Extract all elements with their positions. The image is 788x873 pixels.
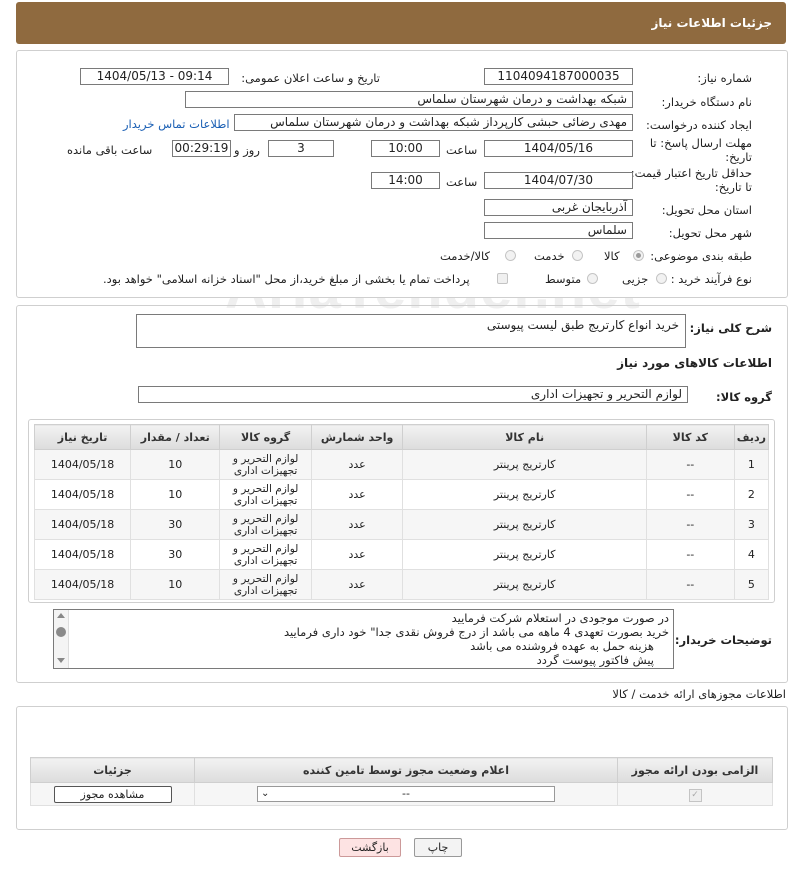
province-label: استان محل تحویل: [661,203,752,217]
price-validity-date: 1404/07/30 [484,172,633,189]
purchase-type-option-minor: جزیی [622,272,649,286]
requester-field: مهدی رضائی حبشی کارپرداز شبکه بهداشت و د… [234,114,633,131]
reply-deadline-time-label: ساعت [446,143,478,157]
remaining-time-label: ساعت باقی مانده [67,143,153,157]
permit-col-details: جزئیات [30,757,195,783]
city-field: سلماس [484,222,633,239]
view-permit-button[interactable]: مشاهده مجوز [53,785,172,803]
permits-title: اطلاعات مجوزهای ارائه خدمت / کالا [612,687,786,701]
category-radio-goods[interactable] [633,250,644,261]
permit-details-cell: مشاهده مجوز [30,782,195,806]
category-radio-service[interactable] [572,250,583,261]
remaining-time-field: 00:29:19 [172,140,231,157]
province-field: آذربایجان غربی [484,199,633,216]
need-number-field: 1104094187000035 [484,68,633,85]
city-label: شهر محل تحویل: [668,226,752,240]
buyer-contact-link[interactable]: اطلاعات تماس خریدار [123,117,230,131]
category-option-service: خدمت [534,249,565,263]
treasury-payment-note: پرداخت تمام یا بخشی از مبلغ خرید،از محل … [103,272,470,286]
purchase-type-radio-medium[interactable] [587,273,598,284]
purchase-type-option-medium: متوسط [545,272,582,286]
requester-label: ایجاد کننده درخواست: [646,118,752,132]
purchase-type-radio-minor[interactable] [656,273,667,284]
price-validity-time-label: ساعت [446,175,478,189]
permit-col-status: اعلام وضعیت مجوز توسط تامین کننده [194,757,618,783]
permit-status-value: -- [402,787,410,800]
goods-section-panel [16,305,788,683]
permit-row: ✓ -- ⌄ مشاهده مجوز [30,782,773,806]
reply-deadline-date: 1404/05/16 [484,140,633,157]
price-validity-label: حداقل تاریخ اعتبار قیمت: تا تاریخ: [630,166,752,194]
buyer-org-field: شبکه بهداشت و درمان شهرستان سلماس [185,91,633,108]
announce-datetime-label: تاریخ و ساعت اعلان عمومی: [241,71,380,85]
print-button[interactable]: چاپ [414,838,462,857]
page-header: جزئیات اطلاعات نیاز [16,2,786,44]
buyer-org-label: نام دستگاه خریدار: [661,95,752,109]
price-validity-time: 14:00 [371,172,440,189]
permit-col-required: الزامی بودن ارائه مجوز [617,757,773,783]
treasury-payment-checkbox[interactable] [497,273,508,284]
reply-days-label: روز و [234,143,260,157]
category-label: طبقه بندی موضوعی: [650,249,752,263]
category-radio-goods-service[interactable] [505,250,516,261]
reply-days-field: 3 [268,140,334,157]
permit-required-checkbox: ✓ [688,788,702,802]
reply-deadline-time: 10:00 [371,140,440,157]
reply-deadline-label: مهلت ارسال پاسخ: تا تاریخ: [649,136,752,164]
permits-table: الزامی بودن ارائه مجوز اعلام وضعیت مجوز … [30,757,773,806]
page-title: جزئیات اطلاعات نیاز [651,16,772,30]
permit-status-cell: -- ⌄ [194,782,618,806]
category-option-goods: کالا [604,249,620,263]
permit-status-select[interactable]: -- ⌄ [257,786,555,802]
announce-datetime-field: 1404/05/13 - 09:14 [80,68,229,85]
chevron-down-icon: ⌄ [261,788,270,799]
permit-required-cell: ✓ [617,782,773,806]
back-button[interactable]: بازگشت [339,838,401,857]
need-number-label: شماره نیاز: [697,71,752,85]
purchase-type-label: نوع فرآیند خرید : [670,272,752,286]
category-option-goods-service: کالا/خدمت [440,249,491,263]
